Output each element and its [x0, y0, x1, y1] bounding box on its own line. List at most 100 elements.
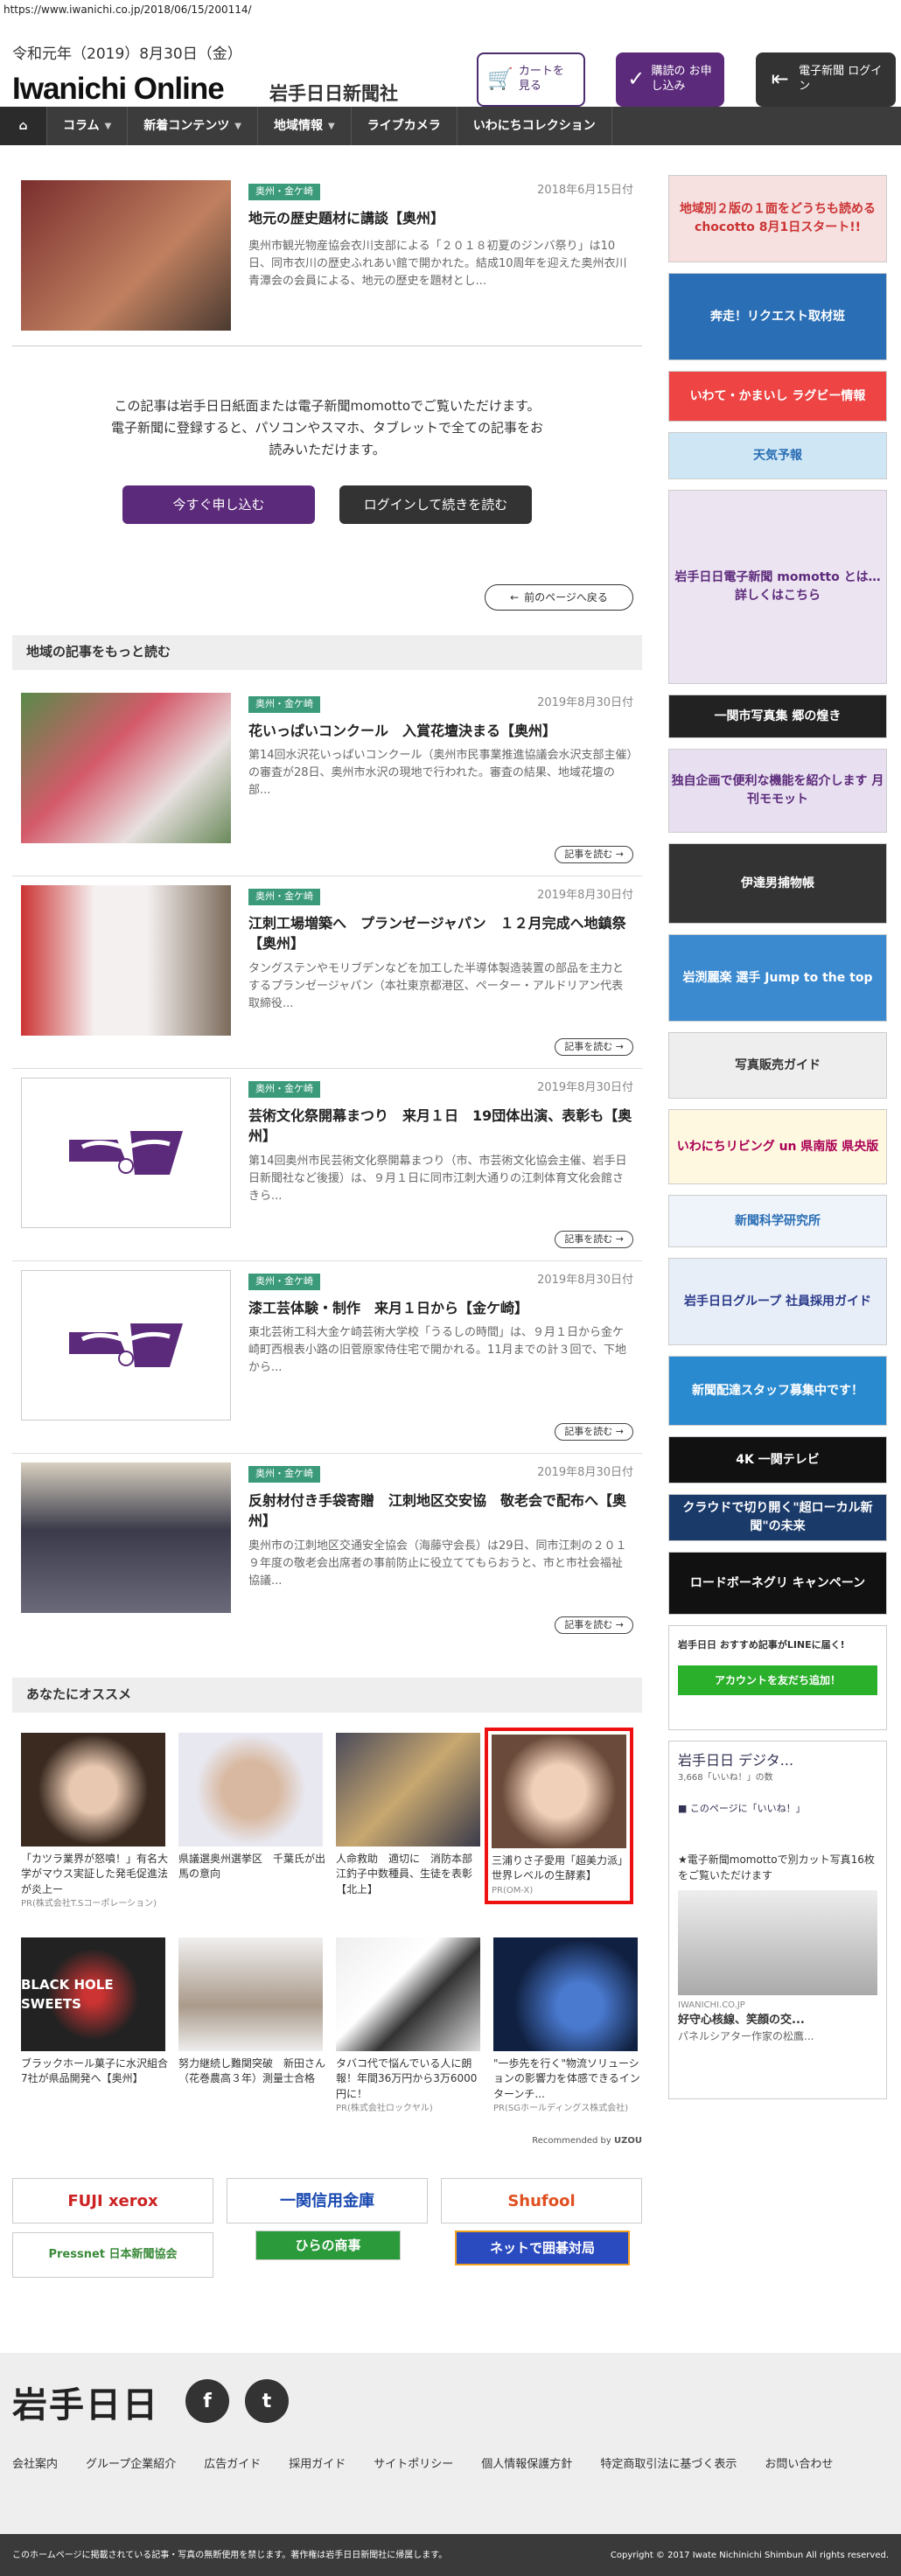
prev-page-button[interactable]: ← 前のページへ戻る: [485, 584, 633, 611]
sidebar-banner[interactable]: 写真販売ガイド: [668, 1032, 887, 1099]
sidebar-banner[interactable]: 4K 一関テレビ: [668, 1436, 887, 1483]
sidebar-banner[interactable]: 地域別２版の１面をどうちも読める chocotto 8月1日スタート!!: [668, 175, 887, 262]
fb-like-button[interactable]: ■ このページに「いいね！」: [678, 1802, 877, 1817]
read-more-button[interactable]: 記事を読む →: [555, 1422, 633, 1441]
nav-home[interactable]: ⌂: [0, 107, 47, 145]
sidebar-banner[interactable]: 岩渕麗楽 選手 Jump to the top: [668, 934, 887, 1022]
article-title[interactable]: 漆工芸体験・制作 来月１日から【金ケ崎】: [248, 1298, 633, 1318]
sidebar-banner[interactable]: いわて・かまいし ラグビー情報: [668, 371, 887, 422]
recommend-title: 「カツラ業界が怒噴！」有名大学がマウス実証した発毛促進法が炎上ー: [21, 1853, 169, 1895]
sponsor-ichinoseki-shinkin[interactable]: 一関信用金庫: [227, 2178, 428, 2223]
recommend-title: ブラックホール菓子に水沢組合 7社が県品開発へ【奥州】: [21, 2057, 179, 2085]
sidebar-banner[interactable]: 天気予報: [668, 432, 887, 479]
article-title[interactable]: 花いっぱいコンクール 入賞花壇決まる【奥州】: [248, 721, 633, 741]
sidebar-banner[interactable]: ロードボーネグリ キャンペーン: [668, 1552, 887, 1615]
article-tag[interactable]: 奥州・金ケ崎: [248, 1081, 320, 1098]
footer-link[interactable]: 広告ガイド: [204, 2456, 261, 2474]
main-content: 奥州・金ケ崎 2018年6月15日付 地元の歴史題材に講談【奥州】 奥州市観光物…: [12, 171, 642, 346]
article-tag[interactable]: 奥州・金ケ崎: [248, 1466, 320, 1483]
footer-link[interactable]: 個人情報保護方針: [481, 2456, 572, 2474]
nav-local-info[interactable]: 地域情報 ▼: [258, 107, 352, 145]
recommend-item[interactable]: BLACK HOLE SWEETS ブラックホール菓子に水沢組合 7社が県品開発…: [21, 1937, 179, 2087]
article-tag[interactable]: 奥州・金ケ崎: [248, 184, 320, 200]
footer-link[interactable]: グループ企業紹介: [86, 2456, 176, 2474]
sidebar-banner[interactable]: 岩手日日電子新聞 momotto とは… 詳しくはこちら: [668, 490, 887, 684]
recommend-item[interactable]: タバコ代で悩んでいる人に朗報！年間36万円から3万6000円に！ PR(株式会社…: [336, 1937, 485, 2115]
sponsor-igo[interactable]: ネットで囲碁対局: [455, 2230, 630, 2265]
sidebar-banner[interactable]: 奔走！リクエスト取材班: [668, 273, 887, 360]
article-main: 奥州・金ケ崎 2018年6月15日付 地元の歴史題材に講談【奥州】 奥州市観光物…: [12, 171, 642, 346]
twitter-icon[interactable]: t: [245, 2379, 289, 2423]
sidebar-banner[interactable]: 一関市写真集 郷の煌き: [668, 695, 887, 738]
footer-link[interactable]: サイトポリシー: [374, 2456, 453, 2474]
recommend-title: 県議選奥州選挙区 千葉氏が出馬の意向: [178, 1853, 326, 1881]
footer-link[interactable]: 会社案内: [12, 2456, 58, 2474]
recommend-title: 人命救助 適切に 消防本部 江釣子中数種員、生徒を表彰【北上】: [336, 1853, 484, 1895]
article-thumbnail: [21, 1270, 231, 1421]
article-tag[interactable]: 奥州・金ケ崎: [248, 889, 320, 905]
read-more-button[interactable]: 記事を読む →: [555, 1616, 633, 1634]
nav-collection[interactable]: いわにちコレクション: [457, 107, 612, 145]
list-item[interactable]: 奥州・金ケ崎 2019年8月30日付 反射材付き手袋寄贈 江刺地区交安協 敬老会…: [12, 1454, 642, 1646]
arrow-right-icon: →: [615, 1232, 624, 1245]
sidebar-banner[interactable]: 独自企画で便利な機能を紹介します 月刊モモット: [668, 749, 887, 833]
arrow-right-icon: →: [615, 1618, 624, 1630]
sponsor-shufool[interactable]: Shufool: [441, 2178, 642, 2223]
sidebar-banner[interactable]: 新聞科学研究所: [668, 1195, 887, 1247]
article-title[interactable]: 反射材付き手袋寄贈 江刺地区交安協 敬老会で配布へ【奥州】: [248, 1490, 633, 1531]
footer-link[interactable]: お問い合わせ: [765, 2456, 833, 2474]
fb-post-title[interactable]: 好守心核線、笑顔の交...: [678, 2012, 877, 2029]
cart-icon: 🛒: [487, 66, 513, 92]
footer-link[interactable]: 採用ガイド: [289, 2456, 346, 2474]
copyright-bar: このホームページに掲載されている記事・写真の無断使用を禁じます。著作権は岩手日日…: [0, 2534, 901, 2576]
copyright-note: このホームページに掲載されている記事・写真の無断使用を禁じます。著作権は岩手日日…: [12, 2550, 448, 2560]
footer-logo[interactable]: 岩手日日: [12, 2379, 159, 2432]
fb-like-count: 3,668「いいね！」の数: [678, 1773, 773, 1783]
subscribe-button[interactable]: ✓ 購読の お申し込み: [616, 52, 724, 107]
site-logo[interactable]: Iwanichi Online: [12, 66, 225, 113]
sidebar-banner[interactable]: 岩手日日グループ 社員採用ガイド: [668, 1258, 887, 1345]
article-tag[interactable]: 奥州・金ケ崎: [248, 696, 320, 713]
list-item[interactable]: 奥州・金ケ崎 2019年8月30日付 花いっぱいコンクール 入賞花壇決まる【奥州…: [12, 684, 642, 876]
footer-link[interactable]: 特定商取引法に基づく表示: [600, 2456, 737, 2474]
list-item[interactable]: 奥州・金ケ崎 2019年8月30日付 漆工芸体験・制作 来月１日から【金ケ崎】 …: [12, 1261, 642, 1454]
list-item[interactable]: 奥州・金ケ崎 2019年8月30日付 江刺工場増築へ プランゼージャパン １２月…: [12, 876, 642, 1069]
article-date: 2019年8月30日付: [537, 1081, 633, 1094]
site-header: 令和元年（2019）8月30日（金） Iwanichi Online 岩手日日新…: [0, 19, 901, 107]
sidebar-banner[interactable]: 伊達男捕物帳: [668, 843, 887, 924]
recommend-item[interactable]: 人命救助 適切に 消防本部 江釣子中数種員、生徒を表彰【北上】: [336, 1733, 485, 1897]
read-more-button[interactable]: 記事を読む →: [555, 845, 633, 863]
read-more-button[interactable]: 記事を読む →: [555, 1037, 633, 1056]
facebook-icon[interactable]: f: [185, 2379, 229, 2423]
apply-button[interactable]: 今すぐ申し込む: [122, 485, 315, 524]
nav-column[interactable]: コラム ▼: [47, 107, 129, 145]
recommend-item[interactable]: "一歩先を行く"物流ソリューションの影響力を体感できるインターンチ... PR(…: [493, 1937, 642, 2115]
newspaper-logo-icon: [69, 1131, 183, 1175]
sidebar-banner[interactable]: クラウドで切り開く"超ローカル新聞"の未来: [668, 1494, 887, 1541]
login-continue-button[interactable]: ログインして続きを読む: [339, 485, 532, 524]
read-more-button[interactable]: 記事を読む →: [555, 1230, 633, 1248]
recommend-item[interactable]: 努力継続し難関突破 新田さん（花巻農高３年）測量士合格: [178, 1937, 327, 2087]
article-title[interactable]: 江刺工場増築へ プランゼージャパン １２月完成へ地鎮祭【奥州】: [248, 913, 633, 953]
article-title[interactable]: 芸術文化祭開幕まつり 来月１日 19団体出演、表彰も【奥州】: [248, 1106, 633, 1146]
login-button[interactable]: ⇤ 電子新聞 ログイン: [756, 52, 896, 107]
recommend-item-highlighted[interactable]: 三浦りさ子愛用「超美力派」世界レベルの生酵素】 PR(OM-X): [485, 1728, 633, 1904]
line-add-friend-button[interactable]: アカウントを友だち追加！: [678, 1665, 877, 1695]
sidebar-banner[interactable]: 新聞配達スタッフ募集中です！: [668, 1356, 887, 1426]
article-tag[interactable]: 奥州・金ケ崎: [248, 1274, 320, 1290]
sponsor-pressnet[interactable]: Pressnet 日本新聞協会: [12, 2232, 213, 2278]
recommend-image: [178, 1733, 323, 1846]
fb-post-source: IWANICHI.CO.JP: [678, 2000, 745, 2010]
article-desc: 第14回水沢花いっぱいコンクール（奥州市民事業推進協議会水沢支部主催）の審査が2…: [248, 749, 633, 798]
list-item[interactable]: 奥州・金ケ崎 2019年8月30日付 芸術文化祭開幕まつり 来月１日 19団体出…: [12, 1069, 642, 1261]
arrow-right-icon: →: [615, 1040, 624, 1052]
recommend-item[interactable]: 「カツラ業界が怒噴！」有名大学がマウス実証した発毛促進法が炎上ー PR(株式会社…: [21, 1733, 170, 1910]
recommend-item[interactable]: 県議選奥州選挙区 千葉氏が出馬の意向: [178, 1733, 327, 1882]
nav-new-contents[interactable]: 新着コンテンツ ▼: [128, 107, 258, 145]
nav-live-camera[interactable]: ライブカメラ: [352, 107, 457, 145]
sidebar-banner[interactable]: いわにちリビング un 県南版 県央版: [668, 1109, 887, 1184]
sponsor-fujixerox[interactable]: FUJI xerox: [12, 2178, 213, 2223]
fb-page-name[interactable]: 岩手日日 デジタ...: [678, 1750, 877, 1771]
sponsor-hirano[interactable]: ひらの商事: [255, 2230, 401, 2260]
cart-button[interactable]: 🛒 カートを見る: [477, 52, 585, 107]
